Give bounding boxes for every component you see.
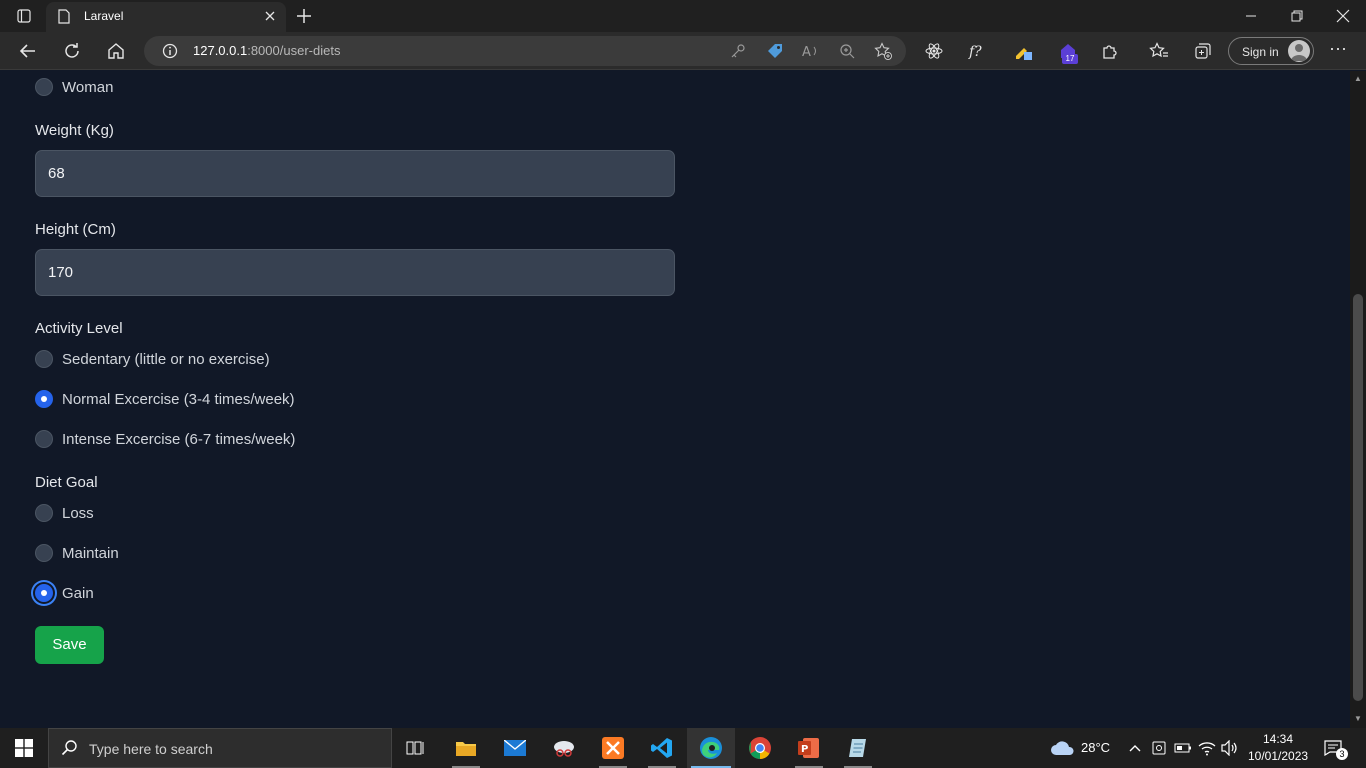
goal-option-loss[interactable]: Loss: [35, 502, 94, 524]
chevron-up-icon[interactable]: [1126, 739, 1144, 757]
save-button[interactable]: Save: [35, 626, 104, 664]
diet-goal-label: Diet Goal: [35, 474, 98, 491]
activity-intense-label: Intense Excercise (6-7 times/week): [62, 430, 296, 448]
read-aloud-icon[interactable]: A: [802, 42, 820, 60]
font-finder-icon[interactable]: f?: [968, 41, 988, 61]
new-tab-icon[interactable]: [294, 6, 314, 26]
page-viewport: Woman Weight (Kg) 68 Height (Cm) 170 Act…: [0, 71, 1350, 728]
clock-time: 14:34: [1262, 732, 1294, 746]
notification-count: 3: [1336, 748, 1348, 760]
coupon-tag-icon[interactable]: [766, 42, 784, 60]
minimize-icon[interactable]: [1228, 0, 1274, 32]
zoom-icon[interactable]: [838, 42, 856, 60]
activity-option-normal[interactable]: Normal Excercise (3-4 times/week): [35, 388, 295, 410]
svg-text:P: P: [801, 744, 808, 755]
url-text: 127.0.0.1:8000/user-diets: [193, 43, 340, 58]
vscode-icon[interactable]: [638, 728, 686, 768]
sign-in-label: Sign in: [1242, 45, 1279, 59]
favorites-icon[interactable]: [1149, 41, 1169, 61]
windows-taskbar: Type here to search P 28°C 14:34 10/01/2…: [0, 728, 1366, 768]
goal-loss-label: Loss: [62, 504, 94, 522]
goal-gain-label: Gain: [62, 584, 94, 602]
volume-icon[interactable]: [1221, 739, 1239, 757]
search-icon: [61, 739, 79, 762]
task-view-icon[interactable]: [392, 728, 440, 768]
scroll-thumb[interactable]: [1353, 294, 1363, 701]
page-scrollbar[interactable]: ▲ ▼: [1350, 71, 1366, 728]
gender-woman-label: Woman: [62, 78, 114, 96]
close-window-icon[interactable]: [1320, 0, 1366, 32]
url-path: :8000/user-diets: [247, 43, 341, 58]
height-input[interactable]: 170: [35, 249, 675, 296]
activity-level-label: Activity Level: [35, 320, 123, 337]
activity-option-sedentary[interactable]: Sedentary (little or no exercise): [35, 348, 270, 370]
browser-toolbar: 127.0.0.1:8000/user-diets A f? 17 Sign i…: [0, 32, 1366, 70]
goal-maintain-label: Maintain: [62, 544, 119, 562]
scroll-down-icon[interactable]: ▼: [1354, 715, 1362, 723]
tab-actions-icon[interactable]: [12, 6, 36, 26]
restore-icon[interactable]: [1274, 0, 1320, 32]
refresh-icon[interactable]: [61, 40, 83, 62]
back-icon[interactable]: [17, 40, 39, 62]
svg-text:f?: f?: [968, 44, 982, 60]
battery-icon[interactable]: [1174, 739, 1192, 757]
chrome-icon[interactable]: [736, 728, 784, 768]
powerpoint-icon[interactable]: P: [785, 728, 833, 768]
xampp-icon[interactable]: [589, 728, 637, 768]
browser-tab[interactable]: Laravel: [46, 2, 286, 32]
avatar: [1288, 40, 1310, 62]
system-clock[interactable]: 14:34 10/01/2023: [1248, 731, 1308, 765]
activity-sedentary-label: Sedentary (little or no exercise): [62, 350, 270, 368]
weight-input[interactable]: 68: [35, 150, 675, 197]
react-devtools-icon[interactable]: [924, 41, 944, 61]
weight-label: Weight (Kg): [35, 122, 114, 139]
gender-option-woman[interactable]: Woman: [35, 76, 113, 98]
add-favorite-icon[interactable]: [874, 42, 892, 60]
address-bar[interactable]: 127.0.0.1:8000/user-diets A: [144, 36, 906, 66]
meet-now-icon[interactable]: [1150, 739, 1168, 757]
url-host: 127.0.0.1: [193, 43, 248, 58]
search-placeholder: Type here to search: [89, 741, 213, 757]
radio-activity-intense[interactable]: [35, 430, 53, 448]
home-icon[interactable]: [105, 40, 127, 62]
windows-start-icon[interactable]: [0, 728, 48, 768]
activity-option-intense[interactable]: Intense Excercise (6-7 times/week): [35, 428, 295, 450]
radio-activity-normal[interactable]: [35, 390, 53, 408]
edge-icon[interactable]: [687, 728, 735, 768]
goal-option-maintain[interactable]: Maintain: [35, 542, 119, 564]
wifi-icon[interactable]: [1198, 739, 1216, 757]
collections-icon[interactable]: [1193, 41, 1213, 61]
activity-normal-label: Normal Excercise (3-4 times/week): [62, 390, 295, 408]
taskbar-search-box[interactable]: Type here to search: [48, 728, 392, 768]
extensions-icon[interactable]: [1100, 41, 1120, 61]
radio-woman[interactable]: [35, 78, 53, 96]
key-icon[interactable]: [729, 42, 747, 60]
color-picker-icon[interactable]: [1013, 41, 1033, 61]
sign-in-button[interactable]: Sign in: [1228, 37, 1314, 65]
more-options-icon[interactable]: ···: [1328, 39, 1348, 61]
file-explorer-icon[interactable]: [442, 728, 490, 768]
radio-goal-loss[interactable]: [35, 504, 53, 522]
extension-badge: 17: [1062, 54, 1078, 64]
mail-icon[interactable]: [491, 728, 539, 768]
page-icon: [58, 9, 70, 29]
radio-activity-sedentary[interactable]: [35, 350, 53, 368]
weather-temperature[interactable]: 28°C: [1081, 740, 1110, 755]
height-label: Height (Cm): [35, 221, 116, 238]
svg-text:A: A: [802, 45, 811, 59]
goal-option-gain[interactable]: Gain: [35, 582, 94, 604]
site-info-icon[interactable]: [162, 43, 178, 64]
notepad-icon[interactable]: [834, 728, 882, 768]
snipping-tool-icon[interactable]: [540, 728, 588, 768]
scroll-up-icon[interactable]: ▲: [1354, 75, 1362, 83]
browser-titlebar: Laravel: [0, 0, 1366, 32]
weather-cloud-icon[interactable]: [1050, 739, 1076, 757]
radio-goal-maintain[interactable]: [35, 544, 53, 562]
tab-title: Laravel: [84, 9, 124, 23]
radio-goal-gain[interactable]: [35, 584, 53, 602]
clock-date: 10/01/2023: [1248, 749, 1309, 763]
close-tab-icon[interactable]: [262, 8, 278, 24]
